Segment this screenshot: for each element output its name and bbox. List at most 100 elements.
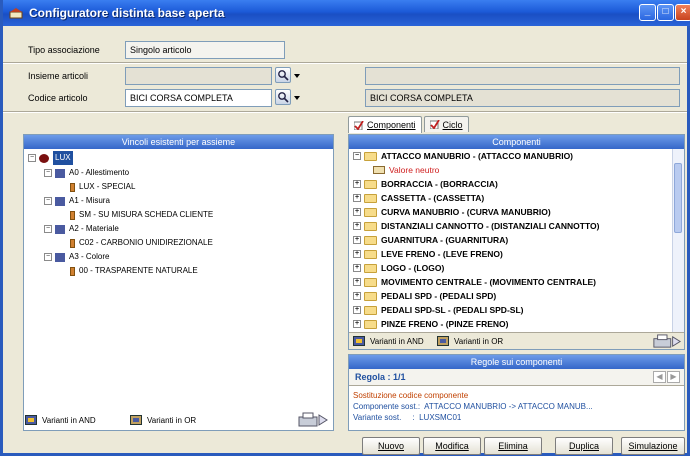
duplica-button[interactable]: Duplica xyxy=(555,437,613,455)
component-item[interactable]: + CASSETTA - (CASSETTA) xyxy=(353,193,484,203)
regola-counter: Regola : 1/1 xyxy=(355,372,406,382)
folder-icon xyxy=(364,305,377,315)
collapse-icon[interactable]: − xyxy=(28,154,36,162)
collapse-icon[interactable]: − xyxy=(44,253,52,261)
close-button[interactable]: × xyxy=(675,4,690,21)
modifica-label: Modifica xyxy=(435,441,469,451)
tree-leaf-label: C02 - CARBONIO UNIDIREZIONALE xyxy=(79,238,213,247)
componenti-scrollbar[interactable] xyxy=(672,149,684,332)
component-item[interactable]: + LEVE FRENO - (LEVE FRENO) xyxy=(353,249,503,259)
checkmark-icon xyxy=(354,120,364,130)
expand-icon[interactable]: + xyxy=(353,320,361,328)
component-label: MOVIMENTO CENTRALE - (MOVIMENTO CENTRALE… xyxy=(381,277,597,287)
configurator-window: Configuratore distinta base aperta _ □ ×… xyxy=(0,0,690,456)
regola-componente: Componente sost.: ATTACCO MANUBRIO -> AT… xyxy=(353,402,593,411)
and-variant-icon xyxy=(353,336,365,346)
component-label: DISTANZIALI CANNOTTO - (DISTANZIALI CANN… xyxy=(381,221,600,231)
expand-icon[interactable]: + xyxy=(353,194,361,202)
chevron-down-icon[interactable] xyxy=(294,74,300,78)
expand-icon[interactable]: + xyxy=(353,250,361,258)
tree-leaf[interactable]: 00 - TRASPARENTE NATURALE xyxy=(70,264,198,278)
component-item[interactable]: + BORRACCIA - (BORRACCIA) xyxy=(353,179,498,189)
collapse-icon[interactable]: − xyxy=(44,197,52,205)
component-item[interactable]: + PEDALI SPD-SL - (PEDALI SPD-SL) xyxy=(353,305,523,315)
tree-root[interactable]: − LUX xyxy=(28,151,73,165)
codice-lookup-button[interactable] xyxy=(275,89,291,105)
collapse-icon[interactable]: − xyxy=(44,225,52,233)
component-label: CURVA MANUBRIO - (CURVA MANUBRIO) xyxy=(381,207,551,217)
tree-node-a2[interactable]: − A2 - Materiale xyxy=(44,222,119,236)
folder-icon xyxy=(364,291,377,301)
tree-node-label: A2 - Materiale xyxy=(69,224,119,233)
divider xyxy=(3,111,687,113)
insieme-lookup-button[interactable] xyxy=(275,67,291,83)
maximize-button[interactable]: □ xyxy=(657,4,674,21)
tree-node-a0[interactable]: − A0 - Allestimento xyxy=(44,166,129,180)
expand-icon[interactable]: + xyxy=(353,306,361,314)
component-item[interactable]: + CURVA MANUBRIO - (CURVA MANUBRIO) xyxy=(353,207,551,217)
collapse-icon[interactable]: − xyxy=(44,169,52,177)
expand-icon[interactable]: + xyxy=(353,278,361,286)
expand-icon[interactable]: + xyxy=(353,222,361,230)
next-rule-button[interactable]: ▶ xyxy=(667,371,680,383)
collapse-icon[interactable]: − xyxy=(353,152,361,160)
component-item[interactable]: + DISTANZIALI CANNOTTO - (DISTANZIALI CAN… xyxy=(353,221,599,231)
simulazione-button[interactable]: Simulazione xyxy=(621,437,685,455)
tipo-associazione-select[interactable]: Singolo articolo xyxy=(125,41,285,59)
codice-articolo-label: Codice articolo xyxy=(28,93,88,103)
insieme-articoli-field[interactable] xyxy=(125,67,272,85)
insieme-descrizione-field xyxy=(365,67,680,85)
expand-icon[interactable]: + xyxy=(353,236,361,244)
component-label: PEDALI SPD-SL - (PEDALI SPD-SL) xyxy=(381,305,524,315)
tree-leaf[interactable]: SM - SU MISURA SCHEDA CLIENTE xyxy=(70,208,213,222)
scrollbar-thumb[interactable] xyxy=(674,163,682,233)
component-item[interactable]: + LOGO - (LOGO) xyxy=(353,263,444,273)
component-item[interactable]: + MOVIMENTO CENTRALE - (MOVIMENTO CENTRAL… xyxy=(353,277,596,287)
minimize-button[interactable]: _ xyxy=(639,4,656,21)
codice-articolo-value: BICI CORSA COMPLETA xyxy=(130,93,233,103)
regola-detail: Sostituzione codice componente Component… xyxy=(353,390,593,423)
legend-and: Varianti in AND xyxy=(353,336,424,346)
codice-articolo-field[interactable]: BICI CORSA COMPLETA xyxy=(125,89,272,107)
divider xyxy=(3,62,687,64)
component-label: LOGO - (LOGO) xyxy=(381,263,445,273)
chevron-down-icon[interactable] xyxy=(294,96,300,100)
legend-and-label: Varianti in AND xyxy=(42,415,96,425)
tree-leaf[interactable]: LUX - SPECIAL xyxy=(70,180,135,194)
codice-descrizione-field: BICI CORSA COMPLETA xyxy=(365,89,680,107)
tree-node-a1[interactable]: − A1 - Misura xyxy=(44,194,110,208)
tab-componenti[interactable]: Componenti xyxy=(348,116,422,133)
tree-leaf[interactable]: C02 - CARBONIO UNIDIREZIONALE xyxy=(70,236,213,250)
component-item[interactable]: − ATTACCO MANUBRIO - (ATTACCO MANUBRIO) xyxy=(353,151,573,161)
prev-rule-button[interactable]: ◀ xyxy=(653,371,666,383)
tab-ciclo[interactable]: Ciclo xyxy=(423,116,469,132)
nuovo-button[interactable]: Nuovo xyxy=(362,437,420,455)
regole-panel: Regole sui componenti Regola : 1/1 ◀ ▶ S… xyxy=(348,354,685,431)
component-item[interactable]: + PEDALI SPD - (PEDALI SPD) xyxy=(353,291,496,301)
expand-icon[interactable]: + xyxy=(353,180,361,188)
folder-icon xyxy=(364,179,377,189)
legend-or-label: Varianti in OR xyxy=(454,336,504,346)
title-bar: Configuratore distinta base aperta xyxy=(3,0,690,26)
elimina-button[interactable]: Elimina xyxy=(484,437,542,455)
component-label: GUARNITURA - (GUARNITURA) xyxy=(381,235,509,245)
folder-icon xyxy=(364,263,377,273)
print-preview-icon[interactable] xyxy=(297,412,329,428)
expand-icon[interactable]: + xyxy=(353,208,361,216)
regola-type: Sostituzione codice componente xyxy=(353,391,469,400)
folder-icon xyxy=(364,207,377,217)
expand-icon[interactable]: + xyxy=(353,264,361,272)
valore-neutro-item[interactable]: Valore neutro xyxy=(373,165,439,175)
component-label: PEDALI SPD - (PEDALI SPD) xyxy=(381,291,497,301)
component-item[interactable]: + PINZE FRENO - (PINZE FRENO) xyxy=(353,319,509,329)
modifica-button[interactable]: Modifica xyxy=(423,437,481,455)
component-item[interactable]: + GUARNITURA - (GUARNITURA) xyxy=(353,235,508,245)
expand-icon[interactable]: + xyxy=(353,292,361,300)
insieme-articoli-label: Insieme articoli xyxy=(28,71,89,81)
print-preview-icon[interactable] xyxy=(652,334,682,349)
tree-leaf-label: SM - SU MISURA SCHEDA CLIENTE xyxy=(79,210,214,219)
componenti-panel: Componenti − ATTACCO MANUBRIO - (ATTACCO … xyxy=(348,134,685,350)
tree-node-a3[interactable]: − A3 - Colore xyxy=(44,250,109,264)
regola-navigator: Regola : 1/1 ◀ ▶ xyxy=(349,369,684,386)
tipo-associazione-value: Singolo articolo xyxy=(130,45,192,55)
